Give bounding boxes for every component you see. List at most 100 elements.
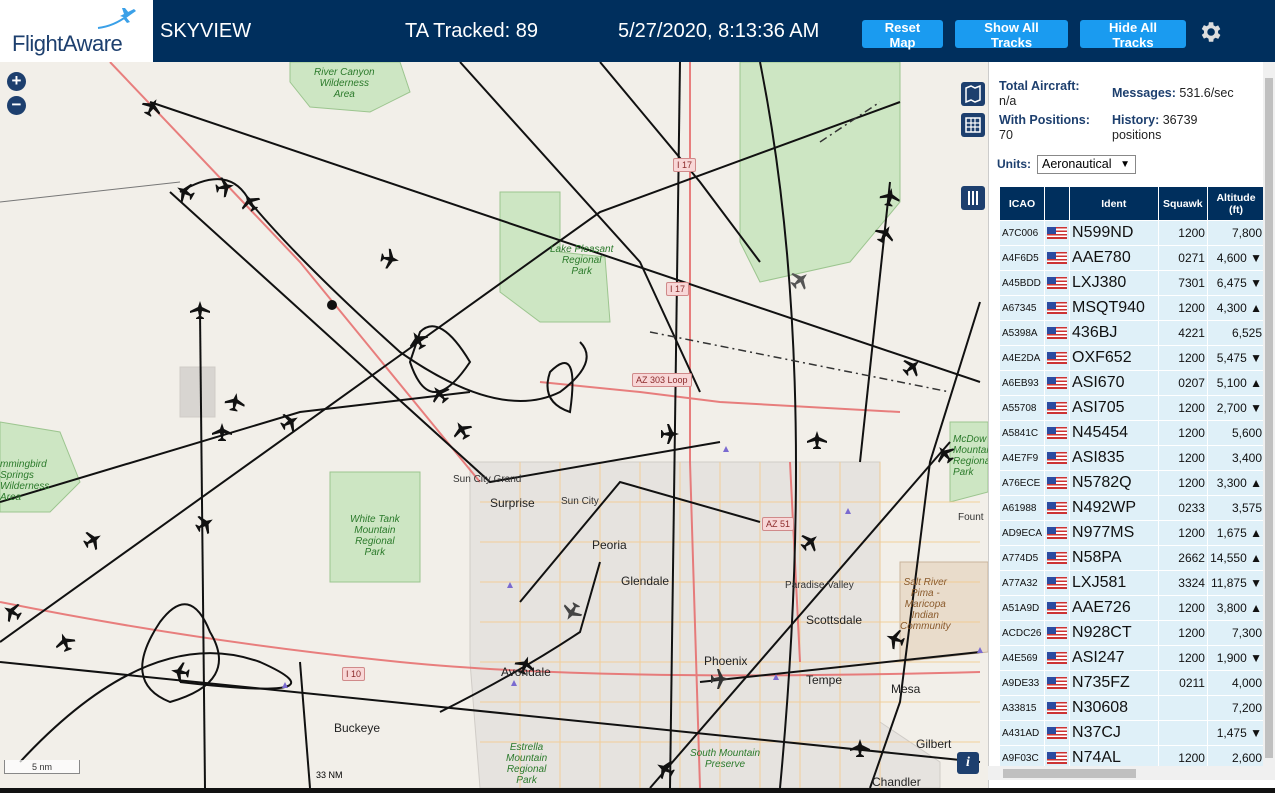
table-row[interactable]: A5841C N45454 1200 5,600 <box>1000 421 1264 445</box>
row-squawk: 1200 <box>1158 646 1207 670</box>
row-altitude: 3,800 ▲ <box>1207 596 1264 620</box>
row-squawk: 1200 <box>1158 746 1207 766</box>
app-title: SKYVIEW <box>160 20 252 42</box>
horizontal-scroll-thumb[interactable] <box>1003 769 1136 778</box>
columns-icon[interactable] <box>961 186 985 210</box>
flag-cell <box>1045 696 1070 720</box>
row-altitude: 14,550 ▲ <box>1207 546 1264 570</box>
row-squawk: 0233 <box>1158 496 1207 520</box>
vertical-scroll-thumb[interactable] <box>1265 78 1273 758</box>
row-squawk: 0271 <box>1158 246 1207 270</box>
us-flag-icon <box>1047 252 1068 265</box>
flag-cell <box>1045 546 1070 570</box>
map-canvas[interactable]: River Canyon Wilderness Area Lake Pleasa… <box>0 62 988 788</box>
row-icao: A5398A <box>1000 321 1045 345</box>
label-estrella: Estrella Mountain Regional Park <box>506 742 548 786</box>
flag-cell <box>1045 321 1070 345</box>
header-icao[interactable]: ICAO <box>1000 187 1045 220</box>
table-row[interactable]: A5398A 436BJ 4221 6,525 <box>1000 321 1264 345</box>
zoom-in-button[interactable]: + <box>7 72 26 91</box>
row-ident: ASI247 <box>1070 646 1158 670</box>
grid-icon[interactable] <box>961 113 985 137</box>
shield-i10: I 10 <box>342 667 366 681</box>
aircraft-table-container[interactable]: ICAO Ident Squawk Altitude (ft) A7C006 N5… <box>999 186 1265 766</box>
messages-stat: Messages: 531.6/sec <box>1112 86 1234 101</box>
table-row[interactable]: A55708 ASI705 1200 2,700 ▼ <box>1000 396 1264 420</box>
flag-cell <box>1045 421 1070 445</box>
row-icao: A55708 <box>1000 396 1045 420</box>
vertical-scrollbar[interactable] <box>1263 62 1275 766</box>
label-tempe: Tempe <box>806 673 843 687</box>
us-flag-icon <box>1047 652 1068 665</box>
table-row[interactable]: A774D5 N58PA 2662 14,550 ▲ <box>1000 546 1264 570</box>
table-row[interactable]: A77A32 LXJ581 3324 11,875 ▼ <box>1000 571 1264 595</box>
row-squawk: 1200 <box>1158 621 1207 645</box>
row-icao: A9DE33 <box>1000 671 1045 695</box>
label-chandler: Chandler <box>872 775 921 788</box>
with-positions-value: 70 <box>999 128 1013 142</box>
label-gilbert: Gilbert <box>916 737 952 751</box>
table-row[interactable]: A61988 N492WP 0233 3,575 <box>1000 496 1264 520</box>
units-value: Aeronautical <box>1042 157 1112 171</box>
us-flag-icon <box>1047 577 1068 590</box>
header-flag[interactable] <box>1045 187 1070 220</box>
table-row[interactable]: A9DE33 N735FZ 0211 4,000 <box>1000 671 1264 695</box>
table-row[interactable]: A7C006 N599ND 1200 7,800 <box>1000 221 1264 245</box>
row-squawk: 7301 <box>1158 271 1207 295</box>
table-row[interactable]: A4E7F9 ASI835 1200 3,400 <box>1000 446 1264 470</box>
table-row[interactable]: AD9ECA N977MS 1200 1,675 ▲ <box>1000 521 1264 545</box>
row-altitude: 7,200 <box>1207 696 1264 720</box>
table-row[interactable]: A4E569 ASI247 1200 1,900 ▼ <box>1000 646 1264 670</box>
row-icao: A9F03C <box>1000 746 1045 766</box>
label-buckeye: Buckeye <box>334 721 381 735</box>
us-flag-icon <box>1047 277 1068 290</box>
table-row[interactable]: A76ECE N5782Q 1200 3,300 ▲ <box>1000 471 1264 495</box>
row-altitude: 4,000 <box>1207 671 1264 695</box>
header-squawk[interactable]: Squawk <box>1158 187 1207 220</box>
row-altitude: 5,100 ▲ <box>1207 371 1264 395</box>
shield-i17-south: I 17 <box>666 282 690 296</box>
hide-all-tracks-button[interactable]: Hide All Tracks <box>1080 20 1186 50</box>
us-flag-icon <box>1047 327 1068 340</box>
row-ident: N30608 <box>1070 696 1158 720</box>
row-squawk: 2662 <box>1158 546 1207 570</box>
flag-cell <box>1045 621 1070 645</box>
label-sun-city: Sun City <box>561 496 599 507</box>
flightaware-logo[interactable]: FlightAware <box>0 0 153 62</box>
zoom-out-button[interactable]: − <box>7 96 26 115</box>
table-row[interactable]: ACDC26 N928CT 1200 7,300 <box>1000 621 1264 645</box>
header-ident[interactable]: Ident <box>1070 187 1158 220</box>
table-row[interactable]: A6EB93 ASI670 0207 5,100 ▲ <box>1000 371 1264 395</box>
info-button[interactable]: i <box>957 752 979 774</box>
map-layers-icon[interactable] <box>961 82 985 106</box>
history-value: 36739 <box>1162 113 1198 127</box>
table-row[interactable]: A51A9D AAE726 1200 3,800 ▲ <box>1000 596 1264 620</box>
units-select[interactable]: Aeronautical ▼ <box>1037 155 1136 174</box>
row-icao: A7C006 <box>1000 221 1045 245</box>
table-row[interactable]: A45BDD LXJ380 7301 6,475 ▼ <box>1000 271 1264 295</box>
row-ident: N74AL <box>1070 746 1158 766</box>
us-flag-icon <box>1047 677 1068 690</box>
reset-map-button[interactable]: Reset Map <box>862 20 943 50</box>
label-mesa: Mesa <box>891 682 921 696</box>
label-peoria: Peoria <box>592 538 627 552</box>
table-row[interactable]: A9F03C N74AL 1200 2,600 <box>1000 746 1264 766</box>
messages-label: Messages: <box>1112 86 1176 100</box>
show-all-tracks-button[interactable]: Show All Tracks <box>955 20 1068 50</box>
chevron-down-icon: ▼ <box>1120 159 1130 170</box>
row-altitude: 7,300 <box>1207 621 1264 645</box>
table-row[interactable]: A431AD N37CJ 1,475 ▼ <box>1000 721 1264 745</box>
table-row[interactable]: A33815 N30608 7,200 <box>1000 696 1264 720</box>
label-lake-pleasant: Lake Pleasant Regional Park <box>550 244 614 277</box>
label-glendale: Glendale <box>621 574 670 588</box>
us-flag-icon <box>1047 627 1068 640</box>
table-row[interactable]: A4F6D5 AAE780 0271 4,600 ▼ <box>1000 246 1264 270</box>
row-icao: AD9ECA <box>1000 521 1045 545</box>
header-altitude[interactable]: Altitude (ft) <box>1207 187 1264 220</box>
horizontal-scrollbar[interactable] <box>988 766 1275 780</box>
row-altitude: 3,300 ▲ <box>1207 471 1264 495</box>
table-row[interactable]: A4E2DA OXF652 1200 5,475 ▼ <box>1000 346 1264 370</box>
table-row[interactable]: A67345 MSQT940 1200 4,300 ▲ <box>1000 296 1264 320</box>
gear-icon[interactable] <box>1197 19 1223 45</box>
tracked-count: TA Tracked: 89 <box>405 20 539 42</box>
